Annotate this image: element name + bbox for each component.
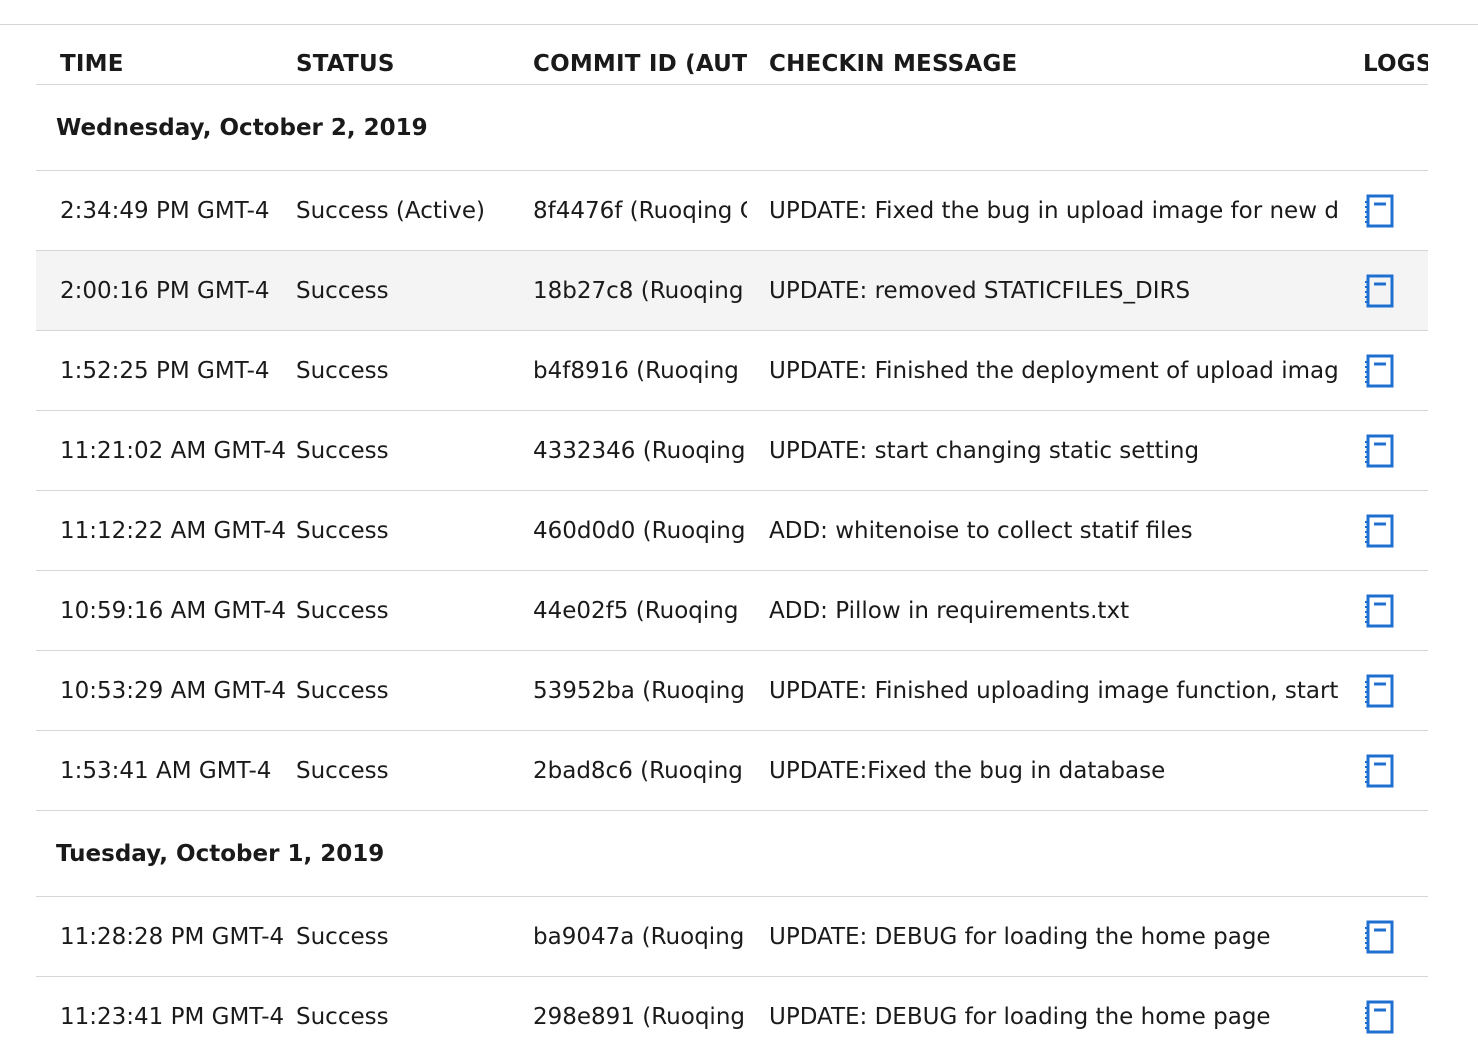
row-time: 2:00:16 PM GMT-4 [60, 277, 270, 304]
row-checkin-message: ADD: Pillow in requirements.txt [769, 597, 1130, 624]
row-checkin-message: UPDATE: DEBUG for loading the home page [769, 923, 1271, 950]
table-row[interactable]: 11:21:02 AM GMT-4 Success 4332346 (Ruoqi… [36, 411, 1428, 491]
column-header-status[interactable]: STATUS [296, 26, 532, 84]
row-logs-cell [1363, 251, 1428, 330]
row-time: 11:12:22 AM GMT-4 [60, 517, 287, 544]
log-notebook-icon[interactable] [1365, 753, 1395, 789]
table-row[interactable]: 1:52:25 PM GMT-4 Success b4f8916 (Ruoqin… [36, 331, 1428, 411]
column-header-commit[interactable]: COMMIT ID (AUTHOR) [533, 26, 747, 84]
column-header-logs: LOGS [1363, 51, 1428, 77]
row-logs-cell [1363, 731, 1428, 810]
row-commit-id: b4f8916 (Ruoqing Chen) [533, 357, 747, 384]
row-checkin-message: UPDATE: removed STATICFILES_DIRS [769, 277, 1191, 304]
row-commit-id: 18b27c8 (Ruoqing Chen) [533, 277, 747, 304]
log-notebook-icon[interactable] [1365, 999, 1395, 1035]
table-row[interactable]: 11:23:41 PM GMT-4 Success 298e891 (Ruoqi… [36, 977, 1428, 1044]
row-status: Success [296, 277, 389, 304]
row-logs-cell [1363, 491, 1428, 570]
top-divider [0, 24, 1478, 25]
row-checkin-message: UPDATE: Fixed the bug in upload image fo… [769, 197, 1338, 224]
row-status: Success [296, 677, 389, 704]
row-commit-id: 44e02f5 (Ruoqing Chen) [533, 597, 747, 624]
table-row[interactable]: 10:53:29 AM GMT-4 Success 53952ba (Ruoqi… [36, 651, 1428, 731]
row-status: Success [296, 923, 389, 950]
deployments-table: TIME STATUS COMMIT ID (AUTHOR) CHECKIN M… [36, 26, 1428, 1044]
table-row[interactable]: 10:59:16 AM GMT-4 Success 44e02f5 (Ruoqi… [36, 571, 1428, 651]
column-header-time[interactable]: TIME [60, 26, 296, 84]
row-logs-cell [1363, 171, 1428, 250]
row-status: Success (Active) [296, 197, 485, 224]
row-logs-cell [1363, 897, 1428, 976]
row-status: Success [296, 517, 389, 544]
table-row[interactable]: 1:53:41 AM GMT-4 Success 2bad8c6 (Ruoqin… [36, 731, 1428, 811]
row-time: 11:21:02 AM GMT-4 [60, 437, 287, 464]
column-header-message[interactable]: CHECKIN MESSAGE [769, 26, 1338, 84]
row-logs-cell [1363, 411, 1428, 490]
date-group-header: Wednesday, October 2, 2019 [36, 85, 1428, 171]
log-notebook-icon[interactable] [1365, 593, 1395, 629]
row-commit-id: 298e891 (Ruoqing Chen) [533, 1003, 747, 1030]
row-checkin-message: ADD: whitenoise to collect statif files [769, 517, 1193, 544]
log-notebook-icon[interactable] [1365, 273, 1395, 309]
row-status: Success [296, 757, 389, 784]
table-row[interactable]: 11:28:28 PM GMT-4 Success ba9047a (Ruoqi… [36, 897, 1428, 977]
row-time: 1:52:25 PM GMT-4 [60, 357, 270, 384]
row-commit-id: 2bad8c6 (Ruoqing Chen) [533, 757, 747, 784]
row-checkin-message: UPDATE:Fixed the bug in database [769, 757, 1166, 784]
log-notebook-icon[interactable] [1365, 919, 1395, 955]
table-row[interactable]: 2:34:49 PM GMT-4 Success (Active) 8f4476… [36, 171, 1428, 251]
group-date-label: Wednesday, October 2, 2019 [56, 114, 428, 141]
row-logs-cell [1363, 331, 1428, 410]
row-checkin-message: UPDATE: start changing static setting [769, 437, 1200, 464]
row-time: 10:53:29 AM GMT-4 [60, 677, 287, 704]
row-status: Success [296, 357, 389, 384]
row-checkin-message: UPDATE: Finished uploading image functio… [769, 677, 1338, 704]
row-commit-id: 4332346 (Ruoqing Chen) [533, 437, 747, 464]
row-logs-cell [1363, 571, 1428, 650]
row-status: Success [296, 1003, 389, 1030]
row-commit-id: 8f4476f (Ruoqing Chen) [533, 197, 747, 224]
row-time: 2:34:49 PM GMT-4 [60, 197, 270, 224]
table-row[interactable]: 2:00:16 PM GMT-4 Success 18b27c8 (Ruoqin… [36, 251, 1428, 331]
row-time: 11:23:41 PM GMT-4 [60, 1003, 285, 1030]
row-commit-id: 460d0d0 (Ruoqing Chen) [533, 517, 747, 544]
row-status: Success [296, 597, 389, 624]
row-time: 10:59:16 AM GMT-4 [60, 597, 287, 624]
log-notebook-icon[interactable] [1365, 513, 1395, 549]
log-notebook-icon[interactable] [1365, 193, 1395, 229]
row-logs-cell [1363, 651, 1428, 730]
row-checkin-message: UPDATE: Finished the deployment of uploa… [769, 357, 1338, 384]
table-row[interactable]: 11:12:22 AM GMT-4 Success 460d0d0 (Ruoqi… [36, 491, 1428, 571]
row-commit-id: 53952ba (Ruoqing Chen) [533, 677, 747, 704]
row-status: Success [296, 437, 389, 464]
row-time: 1:53:41 AM GMT-4 [60, 757, 272, 784]
group-date-label: Tuesday, October 1, 2019 [56, 840, 385, 867]
log-notebook-icon[interactable] [1365, 353, 1395, 389]
row-commit-id: ba9047a (Ruoqing Chen) [533, 923, 747, 950]
log-notebook-icon[interactable] [1365, 673, 1395, 709]
row-checkin-message: UPDATE: DEBUG for loading the home page [769, 1003, 1271, 1030]
table-header: TIME STATUS COMMIT ID (AUTHOR) CHECKIN M… [36, 26, 1428, 85]
deployment-history-page: TIME STATUS COMMIT ID (AUTHOR) CHECKIN M… [0, 0, 1478, 1044]
row-time: 11:28:28 PM GMT-4 [60, 923, 285, 950]
log-notebook-icon[interactable] [1365, 433, 1395, 469]
date-group-header: Tuesday, October 1, 2019 [36, 811, 1428, 897]
row-logs-cell [1363, 977, 1428, 1044]
